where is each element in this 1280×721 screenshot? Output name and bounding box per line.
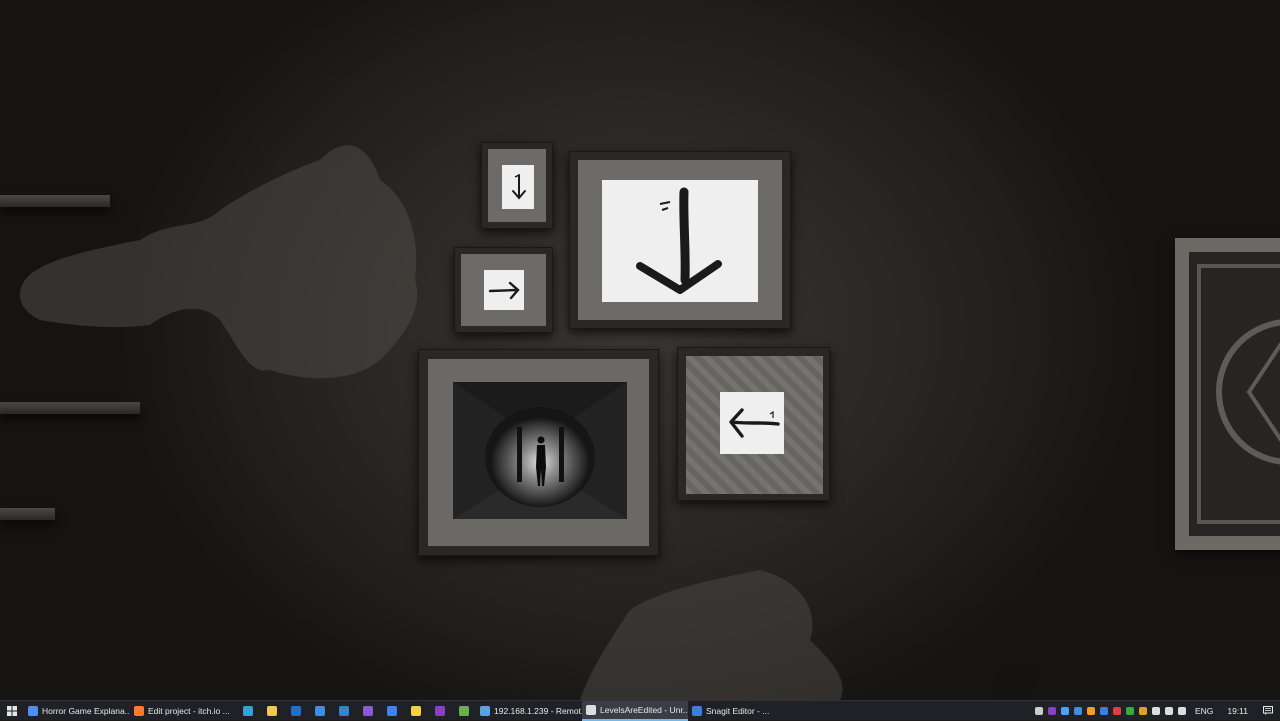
pinned-visual-studio[interactable] (356, 701, 380, 721)
picture-frame-large-down-arrow[interactable] (569, 151, 791, 329)
arrow-down-icon (512, 174, 526, 200)
terminal-icon (459, 705, 469, 716)
taskbar-app-unreal-engine[interactable]: LevelsAreEdited - Unr... (582, 700, 688, 721)
pinned-outlook[interactable] (284, 701, 308, 721)
onenote-tray-icon[interactable] (1046, 701, 1059, 721)
pinned-mail[interactable] (308, 701, 332, 721)
file-explorer-icon (267, 705, 277, 716)
app-tray-icon[interactable] (1098, 701, 1111, 721)
language-indicator[interactable]: ENG (1189, 706, 1219, 716)
volume-icon[interactable] (1176, 701, 1189, 721)
corridor-silhouette-photo (453, 382, 627, 519)
taskbar-app-label: Snagit Editor - ... (706, 705, 770, 716)
todo-icon (387, 705, 397, 716)
sync-tray-icon[interactable] (1137, 701, 1150, 721)
edge-icon (243, 705, 253, 716)
snagit-icon (692, 705, 702, 716)
pinned-sticky-notes[interactable] (404, 701, 428, 721)
cloud-tray-icon[interactable] (1059, 701, 1072, 721)
picture-frame-right-arrow[interactable] (454, 247, 553, 333)
unreal-engine-icon (586, 704, 596, 715)
wall-stain-left (20, 145, 418, 379)
clock[interactable]: 19:11 (1219, 706, 1256, 716)
taskbar-app-label: 192.168.1.239 - Remot... (494, 705, 582, 716)
floor-object (990, 668, 1040, 700)
taskbar-app-firefox[interactable]: Edit project - itch.io ... (130, 701, 236, 721)
chevron-up-icon[interactable] (1033, 701, 1046, 721)
notification-icon (1263, 706, 1273, 715)
network-icon[interactable] (1163, 701, 1176, 721)
sticky-notes-icon (411, 705, 421, 716)
picture-frame-left-arrow[interactable] (677, 347, 830, 501)
onedrive-icon[interactable] (1150, 701, 1163, 721)
notification-center-button[interactable] (1256, 701, 1280, 721)
chrome-icon (28, 705, 38, 716)
pinned-sourcetree[interactable] (332, 701, 356, 721)
pinned-file-explorer[interactable] (260, 701, 284, 721)
wall-shelf-middle (0, 402, 140, 414)
taskbar-app-snagit[interactable]: Snagit Editor - ... (688, 701, 794, 721)
wall-shelf-bottom (0, 508, 55, 520)
windows-taskbar: Horror Game Explana... Edit project - itc… (0, 700, 1280, 721)
arrow-left-icon (729, 408, 780, 438)
start-button[interactable] (0, 701, 24, 721)
visual-studio-icon (363, 705, 373, 716)
pinned-terminal[interactable] (452, 701, 476, 721)
system-tray: ENG 19:11 (1033, 701, 1280, 721)
taskbar-app-chrome[interactable]: Horror Game Explana... (24, 701, 130, 721)
arrow-down-large-icon (636, 187, 722, 294)
mail-icon (315, 705, 325, 716)
wall-shelf-top (0, 195, 110, 207)
wall-stain-bottom (580, 570, 843, 700)
decorative-frame-right (1175, 238, 1280, 550)
taskbar-app-label: Edit project - itch.io ... (148, 705, 230, 716)
pinned-edge[interactable] (236, 701, 260, 721)
windows-logo-icon (7, 705, 17, 716)
xbox-tray-icon[interactable] (1124, 701, 1137, 721)
defender-icon[interactable] (1072, 701, 1085, 721)
taskbar-app-remote-desktop[interactable]: 192.168.1.239 - Remot... (476, 701, 582, 721)
paint-tray-icon[interactable] (1111, 701, 1124, 721)
taskbar-app-label: Horror Game Explana... (42, 705, 130, 716)
firefox-icon (134, 705, 144, 716)
picture-frame-small-down-arrow[interactable] (481, 142, 553, 229)
picture-frame-corridor-photo[interactable] (418, 349, 659, 556)
pinned-todo[interactable] (380, 701, 404, 721)
sourcetree-icon (339, 705, 349, 716)
pinned-onenote[interactable] (428, 701, 452, 721)
onenote-icon (435, 705, 445, 716)
taskbar-app-label: LevelsAreEdited - Unr... (600, 704, 688, 715)
search-tray-icon[interactable] (1085, 701, 1098, 721)
game-viewport[interactable] (0, 0, 1280, 700)
arrow-right-icon (488, 281, 520, 300)
outlook-icon (291, 705, 301, 716)
remote-desktop-icon (480, 705, 490, 716)
